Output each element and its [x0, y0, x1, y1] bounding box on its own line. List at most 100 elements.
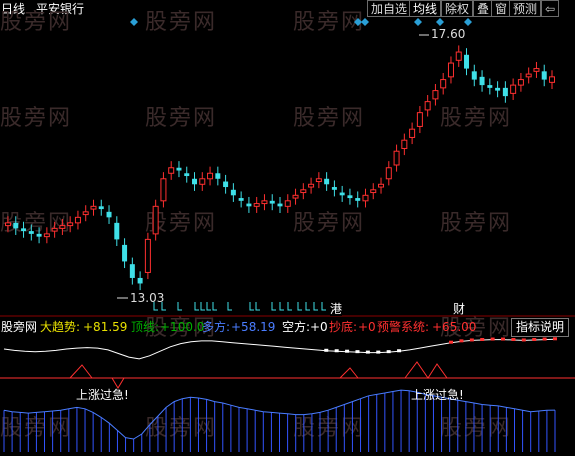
- candle-body-down: [471, 71, 477, 80]
- candle-body-up: [385, 167, 392, 180]
- candle-body-up: [144, 238, 151, 273]
- candle-body-up: [284, 200, 291, 207]
- signal-diamond-icon: [414, 18, 422, 26]
- trend-dot: [553, 337, 557, 341]
- trend-dot: [397, 349, 402, 353]
- event-finance-marker[interactable]: 财: [453, 302, 465, 316]
- candle-body-up: [59, 225, 66, 229]
- candle-body-up: [51, 227, 58, 232]
- candle-body-down: [495, 87, 501, 91]
- candle-body-down: [541, 71, 547, 80]
- candle-body-down: [98, 206, 104, 210]
- candle-body-up: [549, 76, 555, 83]
- candle-body-up: [308, 183, 315, 188]
- event-tick: [305, 302, 310, 311]
- candle-body-up: [90, 205, 97, 210]
- candle-body-down: [114, 222, 120, 240]
- event-tick: [227, 302, 232, 311]
- bear-value: +0: [310, 320, 328, 334]
- candle-body-down: [129, 264, 135, 278]
- indicator-site: 股旁网: [1, 320, 38, 334]
- trend-value: +81.59: [83, 320, 128, 334]
- trend-dot: [480, 338, 485, 341]
- candle-body-up: [409, 128, 416, 138]
- topline-label: 顶线:: [131, 320, 160, 334]
- candle-body-down: [487, 85, 493, 88]
- candle-body-up: [378, 183, 385, 188]
- candle-body-up: [82, 211, 89, 216]
- candle-body-down: [331, 187, 337, 190]
- candle-body-up: [43, 233, 50, 238]
- candle-body-up: [160, 178, 167, 202]
- candle-body-down: [21, 228, 27, 232]
- signal-diamond-icon: [464, 18, 472, 26]
- event-tick: [249, 302, 254, 311]
- trend-dot: [459, 339, 464, 343]
- candle-body-down: [238, 198, 244, 201]
- bull-label: 多方:: [202, 320, 231, 334]
- event-tick: [200, 302, 205, 311]
- candle-body-down: [230, 189, 236, 196]
- trend-dot: [324, 348, 329, 352]
- candle-body-up: [199, 178, 206, 185]
- candle-body-down: [122, 244, 128, 262]
- candle-body-up: [74, 216, 81, 224]
- rise-warning-left: 上涨过急!: [76, 388, 129, 402]
- bear-label: 空方:: [282, 320, 311, 334]
- signal-diamond-icon: [436, 18, 444, 26]
- candle-body-down: [347, 195, 353, 199]
- trend-dot: [345, 349, 350, 353]
- event-tick: [321, 302, 326, 311]
- trend-dot: [365, 350, 370, 354]
- candle-body-up: [292, 194, 299, 199]
- candle-body-down: [223, 181, 229, 188]
- event-tick: [206, 302, 211, 311]
- candle-body-up: [168, 167, 175, 174]
- bottom-label: 抄底:: [329, 320, 358, 334]
- candle-body-up: [517, 79, 524, 86]
- trend-dots: [324, 337, 557, 354]
- candle-body-up: [393, 150, 400, 166]
- trend-dot: [521, 338, 526, 342]
- candle-body-down: [339, 192, 345, 196]
- trend-dot: [469, 338, 474, 342]
- bull-value: +58.19: [231, 320, 276, 334]
- candle-body-down: [176, 167, 182, 171]
- candlestick-series: [5, 45, 555, 291]
- candle-body-up: [447, 62, 454, 78]
- candle-body-down: [324, 178, 330, 185]
- event-tick: [313, 302, 318, 311]
- trend-dot: [532, 338, 537, 341]
- candle-body-down: [137, 277, 143, 284]
- candle-body-up: [261, 200, 268, 205]
- candle-body-up: [362, 194, 369, 202]
- trend-dot: [501, 337, 506, 341]
- indicator-help-button[interactable]: 指标说明: [510, 318, 569, 337]
- event-port-marker[interactable]: 港: [330, 302, 343, 316]
- signal-diamond-icon: [354, 18, 362, 26]
- rise-warning-right: 上涨过急!: [411, 388, 464, 402]
- candle-body-down: [246, 203, 252, 207]
- low-price-label: 13.03: [130, 291, 165, 305]
- candle-body-down: [464, 54, 470, 69]
- trend-dot: [542, 337, 547, 341]
- candle-body-up: [455, 51, 462, 61]
- candle-body-down: [13, 222, 19, 229]
- trend-dot: [376, 350, 381, 354]
- candle-body-down: [184, 173, 190, 177]
- warning-label: 预警系统:: [377, 320, 430, 334]
- candle-body-up: [207, 172, 214, 180]
- candle-body-down: [277, 203, 283, 207]
- candle-body-up: [401, 139, 408, 149]
- trend-line: [3, 338, 556, 360]
- warning-peaks: [69, 361, 448, 389]
- candle-body-up: [152, 205, 159, 235]
- candle-body-up: [300, 189, 307, 194]
- trend-dot: [334, 349, 339, 353]
- candle-body-up: [424, 101, 431, 111]
- trend-dot: [386, 350, 391, 354]
- candle-body-up: [67, 222, 74, 227]
- candle-body-down: [106, 211, 112, 218]
- candle-body-up: [416, 112, 423, 127]
- candle-body-up: [525, 73, 532, 78]
